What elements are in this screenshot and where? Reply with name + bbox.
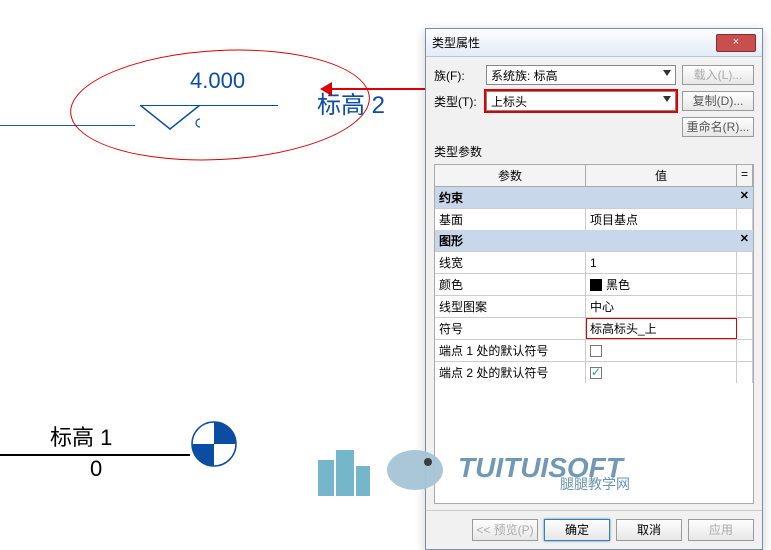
chevron-down-icon <box>663 96 671 102</box>
color-swatch-icon <box>590 279 602 291</box>
pattern-param: 线型图案 <box>435 296 586 317</box>
watermark-elephant-icon <box>380 440 450 496</box>
group-constraint[interactable]: 约束✕ <box>435 187 753 208</box>
level2-marker-triangle <box>140 105 200 135</box>
lw-value[interactable]: 1 <box>586 252 737 273</box>
base-value[interactable]: 项目基点 <box>586 209 737 230</box>
row-lineweight: 线宽 1 <box>435 251 753 273</box>
col-value[interactable]: 值 <box>586 165 737 186</box>
end1-value[interactable] <box>586 340 737 361</box>
end1-param: 端点 1 处的默认符号 <box>435 340 586 361</box>
ok-button[interactable]: 确定 <box>544 519 610 541</box>
col-eq[interactable]: = <box>737 165 753 186</box>
color-param: 颜色 <box>435 274 586 295</box>
family-value: 系统族: 标高 <box>491 67 558 84</box>
family-label: 族(F): <box>434 67 486 84</box>
load-button[interactable]: 载入(L)... <box>682 65 754 85</box>
col-param[interactable]: 参数 <box>435 165 586 186</box>
row-linepattern: 线型图案 中心 <box>435 295 753 317</box>
symbol-value[interactable]: 标高标头_上 <box>586 318 737 339</box>
type-label: 类型(T): <box>434 93 486 110</box>
level1-annotation-group: 标高 1 0 <box>0 420 190 482</box>
level2-annotation-group: 4.000 标高 2 <box>70 50 390 190</box>
dialog-footer: << 预览(P) 确定 取消 应用 <box>426 510 762 549</box>
level1-marker-icon <box>190 420 238 468</box>
apply-button[interactable]: 应用 <box>688 519 754 541</box>
pattern-value[interactable]: 中心 <box>586 296 737 317</box>
close-button[interactable]: × <box>716 34 756 52</box>
row-end1: 端点 1 处的默认符号 <box>435 339 753 361</box>
end2-value[interactable] <box>586 362 737 383</box>
end2-param: 端点 2 处的默认符号 <box>435 362 586 383</box>
level1-elevation-value: 0 <box>90 456 190 482</box>
row-symbol: 符号 标高标头_上 <box>435 317 753 339</box>
checkbox-icon[interactable] <box>590 345 602 357</box>
checkbox-icon[interactable] <box>590 367 602 379</box>
annotation-arrow <box>330 88 425 90</box>
symbol-param: 符号 <box>435 318 586 339</box>
family-dropdown[interactable]: 系统族: 标高 <box>486 65 676 85</box>
rename-button[interactable]: 重命名(R)... <box>682 117 754 137</box>
color-value[interactable]: 黑色 <box>586 274 737 295</box>
group-graphics[interactable]: 图形✕ <box>435 230 753 251</box>
row-color: 颜色 黑色 <box>435 273 753 295</box>
cancel-button[interactable]: 取消 <box>616 519 682 541</box>
row-base: 基面 项目基点 <box>435 208 753 230</box>
lw-param: 线宽 <box>435 252 586 273</box>
dialog-titlebar[interactable]: 类型属性 × <box>426 29 762 57</box>
chevron-down-icon <box>663 70 671 76</box>
level1-name-label: 标高 1 <box>50 420 190 452</box>
base-param: 基面 <box>435 209 586 230</box>
row-end2: 端点 2 处的默认符号 <box>435 361 753 383</box>
watermark-subtitle: 腿腿教学网 <box>560 474 630 494</box>
dialog-title: 类型属性 <box>432 34 716 51</box>
copy-button[interactable]: 复制(D)... <box>682 91 754 111</box>
type-value: 上标头 <box>491 93 527 110</box>
type-dropdown[interactable]: 上标头 <box>486 91 676 111</box>
grid-header: 参数 值 = <box>435 165 753 187</box>
type-params-label: 类型参数 <box>434 143 754 160</box>
preview-button[interactable]: << 预览(P) <box>472 519 538 541</box>
watermark-building-icon <box>312 440 372 496</box>
level2-elevation-value: 4.000 <box>190 68 245 94</box>
